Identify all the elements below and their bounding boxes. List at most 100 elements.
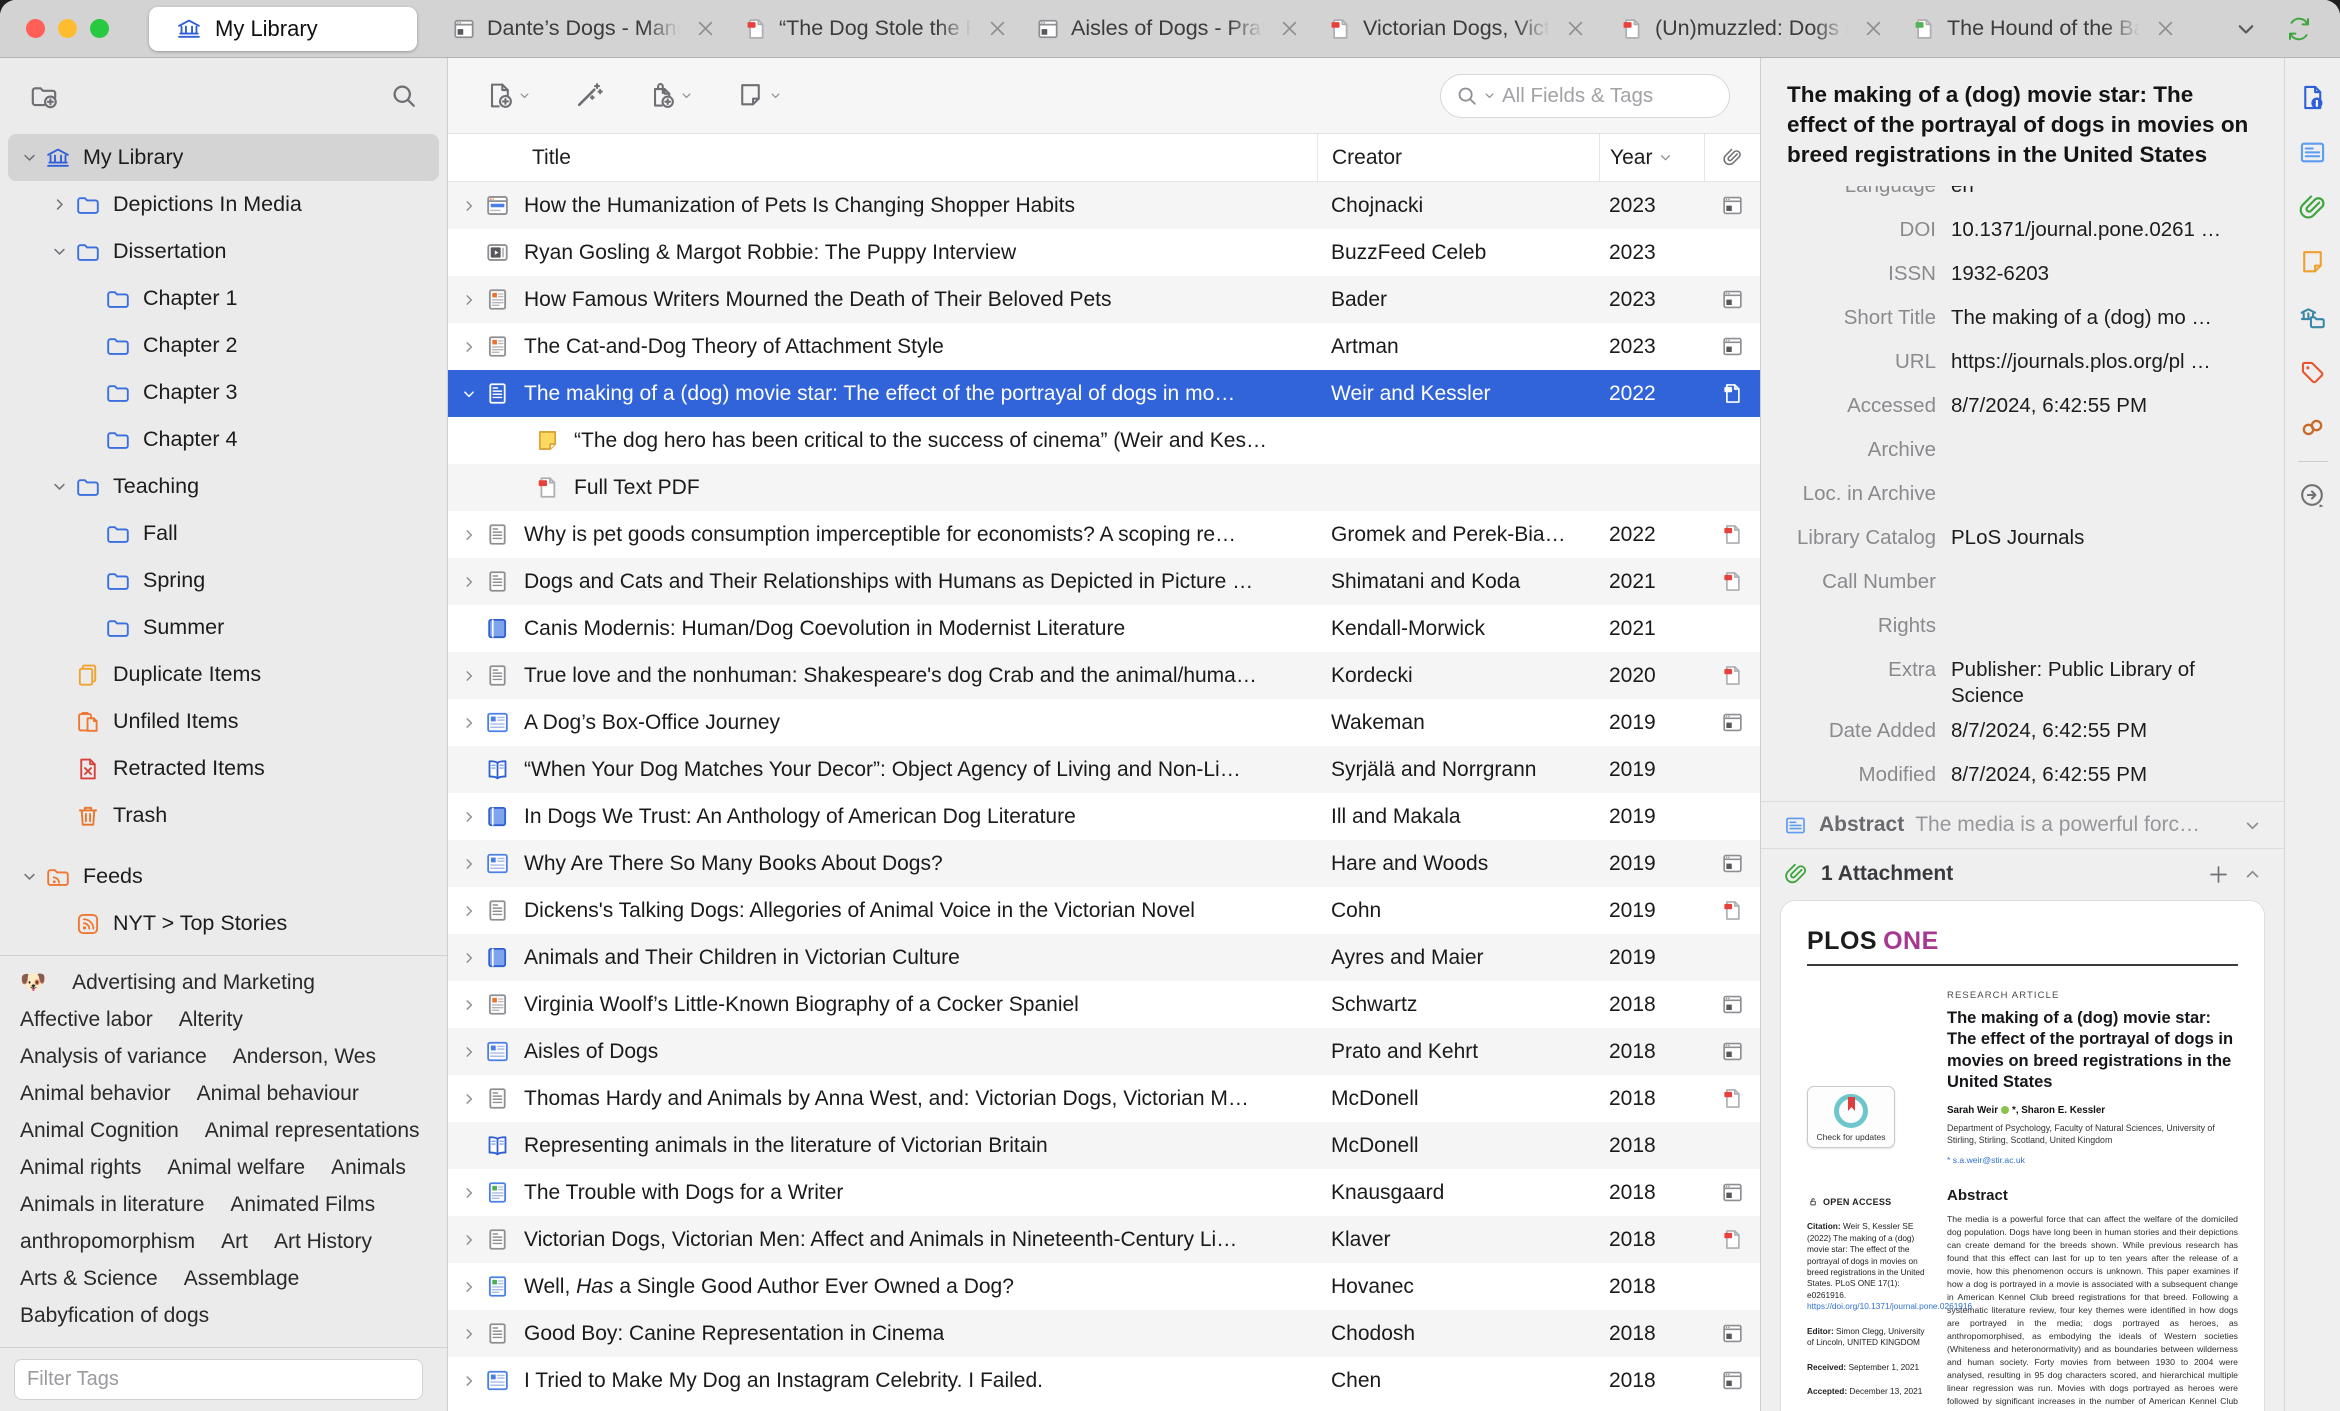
chevron-down-icon[interactable] [16,149,42,166]
tag-item[interactable]: Animal rights [20,1157,141,1179]
tag-item[interactable]: Arts & Science [20,1268,158,1290]
field-value[interactable]: The making of a (dog) mo … [1951,305,2284,340]
chevron-right-icon[interactable] [456,198,482,214]
chevron-right-icon[interactable] [456,1232,482,1248]
tag-item[interactable]: Animals in literature [20,1194,204,1216]
field-value[interactable]: 1932-6203 [1951,261,2284,296]
search-icon[interactable] [1455,84,1479,108]
table-row[interactable]: In Dogs We Trust: An Anthology of Americ… [448,793,1760,840]
sidebar-item-dissertation[interactable]: Dissertation [8,228,439,275]
close-icon[interactable] [692,15,719,42]
sidebar-item-chapter-3[interactable]: Chapter 3 [8,369,439,416]
chevron-down-icon[interactable] [46,478,72,495]
child-item-row[interactable]: “The dog hero has been critical to the s… [448,417,1760,464]
tab-the-hound-of-the-ba[interactable]: The Hound of the Ba [1899,15,2191,42]
chevron-right-icon[interactable] [456,1185,482,1201]
minimize-window-button[interactable] [58,19,77,38]
tag-item[interactable]: anthropomorphism [20,1231,195,1253]
chevron-right-icon[interactable] [456,668,482,684]
chevron-right-icon[interactable] [456,1326,482,1342]
tag-item[interactable]: Animal behavior [20,1083,171,1105]
close-icon[interactable] [2152,15,2179,42]
search-input[interactable] [1500,82,1715,109]
table-row[interactable]: Thomas Hardy and Animals by Anna West, a… [448,1075,1760,1122]
field-value[interactable]: PLoS Journals [1951,525,2284,560]
table-row[interactable]: The making of a (dog) movie star: The ef… [448,370,1760,417]
table-row[interactable]: Ryan Gosling & Margot Robbie: The Puppy … [448,229,1760,276]
tab-un-muzzled-dogs-i[interactable]: (Un)muzzled: Dogs i [1607,15,1899,42]
sidebar-item-spring[interactable]: Spring [8,557,439,604]
field-value[interactable] [1951,613,2284,648]
pane-tab-libraries-collections[interactable] [2287,290,2339,345]
abstract-section-row[interactable]: Abstract The media is a powerful forc… [1761,801,2284,849]
tag-item[interactable]: Animal Cognition [20,1120,179,1142]
tag-item[interactable]: Animated Films [230,1194,375,1216]
sidebar-item-trash[interactable]: Trash [8,792,439,839]
add-attachment-icon[interactable] [2206,862,2231,887]
sidebar-item-teaching[interactable]: Teaching [8,463,439,510]
tag-item[interactable]: Babyfication of dogs [20,1305,209,1327]
table-row[interactable]: True love and the nonhuman: Shakespeare'… [448,652,1760,699]
attachment-preview-card[interactable]: PLOS ONE Check for updates OPEN ACCESS Ci… [1781,901,2264,1411]
field-value[interactable]: Publisher: Public Library of Science [1951,657,2284,709]
close-icon[interactable] [1860,15,1887,42]
close-window-button[interactable] [26,19,45,38]
tab-my-library[interactable]: My Library [149,6,417,51]
sidebar-item-depictions-in-media[interactable]: Depictions In Media [8,181,439,228]
tag-item[interactable]: Animal behaviour [197,1083,359,1105]
column-header-attachment[interactable] [1704,134,1760,181]
table-row[interactable]: Canis Modernis: Human/Dog Coevolution in… [448,605,1760,652]
column-header-creator[interactable]: Creator [1317,134,1599,181]
zoom-window-button[interactable] [90,19,109,38]
chevron-right-icon[interactable] [456,527,482,543]
chevron-right-icon[interactable] [456,574,482,590]
sidebar-item-chapter-1[interactable]: Chapter 1 [8,275,439,322]
table-row[interactable]: Virginia Woolf’s Little-Known Biography … [448,981,1760,1028]
chevron-right-icon[interactable] [456,903,482,919]
field-value[interactable] [1951,481,2284,516]
chevron-right-icon[interactable] [456,856,482,872]
collapse-section-icon[interactable] [2243,865,2262,884]
tag-item[interactable]: Assemblage [184,1268,300,1290]
table-row[interactable]: The Trouble with Dogs for a Writer Knausg… [448,1169,1760,1216]
table-row[interactable]: A Dog’s Box-Office Journey Wakeman 2019 [448,699,1760,746]
tab-overflow-button[interactable] [2234,17,2258,41]
table-row[interactable]: Dickens's Talking Dogs: Allegories of An… [448,887,1760,934]
tag-item[interactable]: Analysis of variance [20,1046,207,1068]
new-item-button[interactable] [478,74,537,117]
pane-tab-tags[interactable] [2287,345,2339,400]
table-row[interactable]: Aisles of Dogs Prato and Kehrt 2018 [448,1028,1760,1075]
sidebar-item-chapter-2[interactable]: Chapter 2 [8,322,439,369]
chevron-right-icon[interactable] [46,196,72,213]
column-header-year[interactable]: Year [1599,134,1704,181]
tab-the-dog-stole-the-p[interactable]: “The Dog Stole the P [731,15,1023,42]
new-collection-button[interactable] [28,80,60,112]
chevron-right-icon[interactable] [456,809,482,825]
close-icon[interactable] [1562,15,1589,42]
close-icon[interactable] [1276,15,1303,42]
field-value[interactable] [1951,569,2284,604]
chevron-right-icon[interactable] [456,339,482,355]
tab-aisles-of-dogs-prat[interactable]: Aisles of Dogs - Prat [1023,15,1315,42]
table-row[interactable]: I Tried to Make My Dog an Instagram Cele… [448,1357,1760,1404]
child-item-row[interactable]: Full Text PDF [448,464,1760,511]
pane-tab-related[interactable] [2287,400,2339,455]
sync-button[interactable] [2284,14,2314,44]
table-row[interactable]: “When Your Dog Matches Your Decor”: Obje… [448,746,1760,793]
sidebar-item-my-library[interactable]: My Library [8,134,439,181]
table-row[interactable]: Dogs and Cats and Their Relationships wi… [448,558,1760,605]
sidebar-item-summer[interactable]: Summer [8,604,439,651]
pane-tab-locate[interactable] [2287,468,2339,523]
new-note-button[interactable] [729,74,788,117]
field-value[interactable]: 8/7/2024, 6:42:55 PM [1951,393,2284,428]
sidebar-item-nyt-top-stories[interactable]: NYT > Top Stories [8,900,439,947]
table-row[interactable]: Animals and Their Children in Victorian … [448,934,1760,981]
table-row[interactable]: How the Humanization of Pets Is Changing… [448,182,1760,229]
field-value[interactable]: 8/7/2024, 6:42:55 PM [1951,718,2284,753]
field-value[interactable]: 8/7/2024, 6:42:55 PM [1951,762,2284,797]
tag-item[interactable]: Anderson, Wes [233,1046,376,1068]
chevron-right-icon[interactable] [456,292,482,308]
field-value[interactable]: 10.1371/journal.pone.0261 … [1951,217,2284,252]
chevron-right-icon[interactable] [456,997,482,1013]
tag-item[interactable]: Advertising and Marketing [72,972,315,994]
